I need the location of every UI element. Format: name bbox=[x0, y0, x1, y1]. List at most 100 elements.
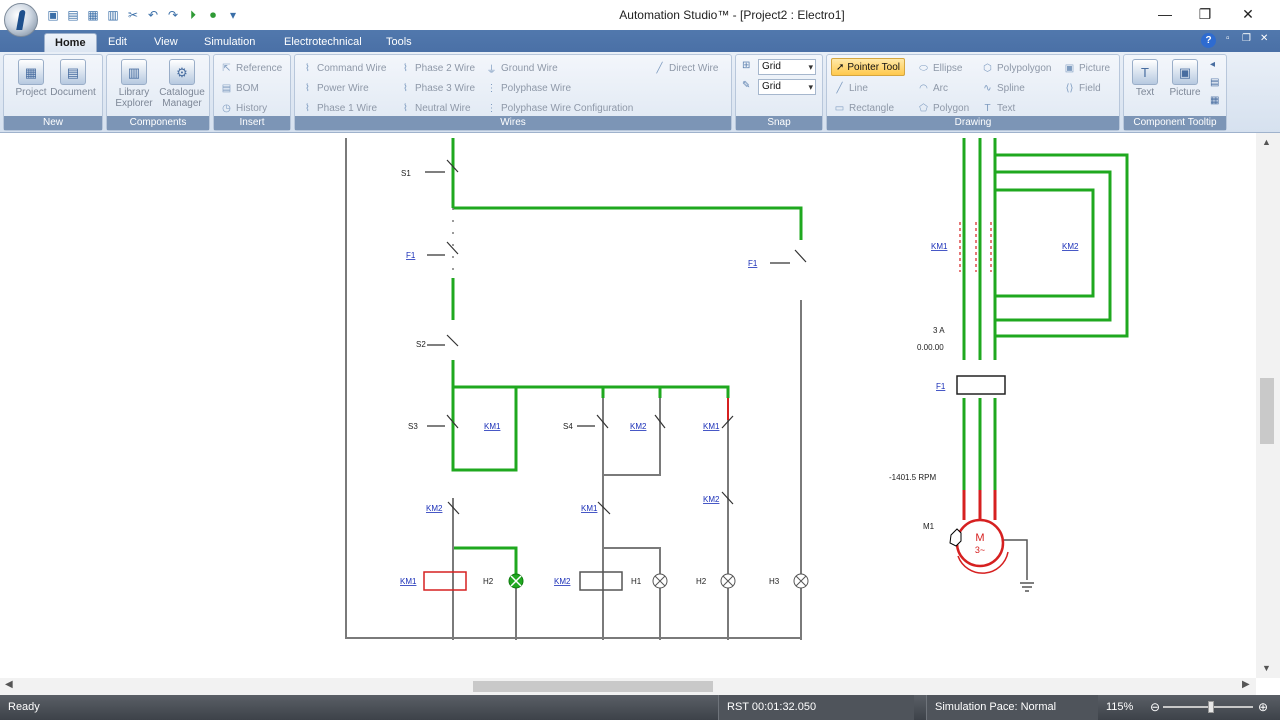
help-icon[interactable]: ? bbox=[1201, 33, 1216, 48]
field-button[interactable]: ⟨⟩ Field bbox=[1063, 79, 1101, 97]
label-km1-c[interactable]: KM1 bbox=[581, 504, 598, 513]
tooltip-picture-button[interactable]: ▣ Picture bbox=[1162, 59, 1208, 98]
zoom-out-icon[interactable]: ⊖ bbox=[1150, 700, 1160, 714]
tooltip-option-3-icon[interactable]: ▦ bbox=[1210, 95, 1219, 106]
tab-view[interactable]: View bbox=[144, 33, 188, 52]
polypolygon-button[interactable]: ⬡ Polypolygon bbox=[981, 59, 1051, 77]
minimize-button[interactable]: — bbox=[1145, 2, 1185, 26]
label-km1-power[interactable]: KM1 bbox=[931, 242, 948, 251]
neutral-wire-button[interactable]: ⌇ Neutral Wire bbox=[399, 99, 471, 117]
app-logo-icon[interactable] bbox=[4, 3, 38, 37]
history-button[interactable]: ◷ History bbox=[220, 99, 267, 117]
close-button[interactable]: ✕ bbox=[1228, 2, 1268, 26]
wire-snap-icon: ✎ bbox=[742, 80, 751, 91]
arc-icon: ◠ bbox=[919, 82, 928, 94]
label-km1-a[interactable]: KM1 bbox=[484, 422, 501, 431]
doc-close-icon[interactable]: ✕ bbox=[1260, 33, 1268, 44]
polyphase-config-button[interactable]: ⋮ Polyphase Wire Configuration bbox=[485, 99, 634, 117]
power-wire-button[interactable]: ⌇ Power Wire bbox=[301, 79, 369, 97]
tooltip-option-2-icon[interactable]: ▤ bbox=[1210, 77, 1219, 88]
zoom-slider-knob[interactable] bbox=[1208, 701, 1214, 713]
phase2-wire-label: Phase 2 Wire bbox=[415, 62, 476, 74]
label-km1-coil[interactable]: KM1 bbox=[400, 577, 417, 586]
bom-button[interactable]: ▤ BOM bbox=[220, 79, 259, 97]
maximize-button[interactable]: ❐ bbox=[1185, 2, 1225, 26]
command-wire-label: Command Wire bbox=[317, 62, 387, 74]
ribbon-group-snap: ⊞ Grid ✎ Grid Snap bbox=[735, 54, 823, 131]
doc-minimize-icon[interactable]: ▫ bbox=[1226, 33, 1230, 44]
ground-wire-button[interactable]: ⏚ Ground Wire bbox=[485, 59, 558, 77]
ground-symbol bbox=[1020, 582, 1034, 592]
phase2-wire-icon: ⌇ bbox=[403, 62, 408, 74]
spline-label: Spline bbox=[997, 82, 1025, 94]
readout-rpm: -1401.5 RPM bbox=[889, 473, 936, 482]
power-wire-label: Power Wire bbox=[317, 82, 369, 94]
direct-wire-button[interactable]: ╱ Direct Wire bbox=[653, 59, 718, 77]
zoom-in-icon[interactable]: ⊕ bbox=[1258, 700, 1268, 714]
tab-edit[interactable]: Edit bbox=[98, 33, 137, 52]
label-km2-coil[interactable]: KM2 bbox=[554, 577, 571, 586]
pointer-tool-button[interactable]: ➚ Pointer Tool bbox=[831, 58, 906, 76]
group-label-insert: Insert bbox=[214, 116, 290, 130]
label-f1-power[interactable]: F1 bbox=[936, 382, 946, 391]
document-button[interactable]: ▤ Document bbox=[48, 59, 98, 98]
phase3-wire-button[interactable]: ⌇ Phase 3 Wire bbox=[399, 79, 475, 97]
label-km2-a[interactable]: KM2 bbox=[630, 422, 647, 431]
label-s3: S3 bbox=[408, 422, 418, 431]
group-label-component-tooltip: Component Tooltip bbox=[1124, 116, 1226, 130]
snap-grid-select-1[interactable]: Grid bbox=[758, 59, 816, 75]
line-icon: ╱ bbox=[836, 82, 843, 94]
ribbon-tabs: Home Edit View Simulation Electrotechnic… bbox=[0, 30, 1280, 52]
electrical-diagram[interactable]: M 3~ S1 F1 F1 S2 S3 S4 KM1 KM2 KM1 KM2 K… bbox=[0, 133, 1256, 678]
label-km2-b[interactable]: KM2 bbox=[426, 504, 443, 513]
arc-button[interactable]: ◠ Arc bbox=[917, 79, 948, 97]
text-tool-button[interactable]: T Text bbox=[981, 99, 1015, 117]
label-km2-power[interactable]: KM2 bbox=[1062, 242, 1079, 251]
lamp-h2-a bbox=[508, 573, 524, 589]
scroll-right-icon[interactable]: ▶ bbox=[1242, 679, 1250, 690]
phase1-wire-button[interactable]: ⌇ Phase 1 Wire bbox=[301, 99, 377, 117]
vertical-scrollbar[interactable]: ▲ ▼ bbox=[1256, 133, 1280, 678]
snap-grid-select-2[interactable]: Grid bbox=[758, 79, 816, 95]
horizontal-scrollbar[interactable]: ◀ ▶ bbox=[0, 678, 1256, 695]
reference-button[interactable]: ⇱ Reference bbox=[220, 59, 282, 77]
label-h1: H1 bbox=[631, 577, 642, 586]
tab-tools[interactable]: Tools bbox=[376, 33, 422, 52]
vertical-scroll-thumb[interactable] bbox=[1260, 378, 1274, 444]
ribbon-group-wires: ⌇ Command Wire ⌇ Power Wire ⌇ Phase 1 Wire … bbox=[294, 54, 732, 131]
ellipse-button[interactable]: ⬭ Ellipse bbox=[917, 59, 962, 77]
library-explorer-icon: ▥ bbox=[121, 59, 147, 85]
label-f1-left[interactable]: F1 bbox=[406, 251, 416, 260]
library-explorer-button[interactable]: ▥ Library Explorer bbox=[109, 59, 159, 109]
label-km1-b[interactable]: KM1 bbox=[703, 422, 720, 431]
doc-restore-icon[interactable]: ❐ bbox=[1242, 33, 1251, 44]
horizontal-scroll-thumb[interactable] bbox=[473, 681, 713, 692]
tab-home[interactable]: Home bbox=[44, 33, 97, 52]
tooltip-text-button[interactable]: T Text bbox=[1124, 59, 1166, 98]
polyphase-wire-button[interactable]: ⋮ Polyphase Wire bbox=[485, 79, 572, 97]
field-icon: ⟨⟩ bbox=[1065, 82, 1074, 94]
document-icon: ▤ bbox=[60, 59, 86, 85]
tab-simulation[interactable]: Simulation bbox=[194, 33, 265, 52]
phase2-wire-button[interactable]: ⌇ Phase 2 Wire bbox=[399, 59, 475, 77]
label-km2-c[interactable]: KM2 bbox=[703, 495, 720, 504]
tab-electrotechnical[interactable]: Electrotechnical bbox=[274, 33, 372, 52]
picture-tool-button[interactable]: ▣ Picture bbox=[1063, 59, 1110, 77]
label-f1-mid[interactable]: F1 bbox=[748, 259, 758, 268]
scroll-down-icon[interactable]: ▼ bbox=[1262, 663, 1271, 673]
scroll-up-icon[interactable]: ▲ bbox=[1262, 137, 1271, 147]
diagram-canvas[interactable]: M 3~ S1 F1 F1 S2 S3 S4 KM1 KM2 KM1 KM2 K… bbox=[0, 133, 1256, 678]
arc-label: Arc bbox=[933, 82, 948, 94]
readout-time: 0.00.00 bbox=[917, 343, 944, 352]
scroll-left-icon[interactable]: ◀ bbox=[5, 679, 13, 690]
rectangle-button[interactable]: ▭ Rectangle bbox=[833, 99, 894, 117]
line-button[interactable]: ╱ Line bbox=[833, 79, 867, 97]
pointer-tool-label: Pointer Tool bbox=[847, 61, 901, 73]
spline-button[interactable]: ∿ Spline bbox=[981, 79, 1025, 97]
command-wire-button[interactable]: ⌇ Command Wire bbox=[301, 59, 386, 77]
tooltip-option-1-icon[interactable]: ◂ bbox=[1210, 59, 1215, 70]
catalogue-manager-button[interactable]: ⚙ Catalogue Manager bbox=[157, 59, 207, 109]
polygon-button[interactable]: ⬠ Polygon bbox=[917, 99, 969, 117]
label-h3: H3 bbox=[769, 577, 780, 586]
label-h2-b: H2 bbox=[696, 577, 707, 586]
